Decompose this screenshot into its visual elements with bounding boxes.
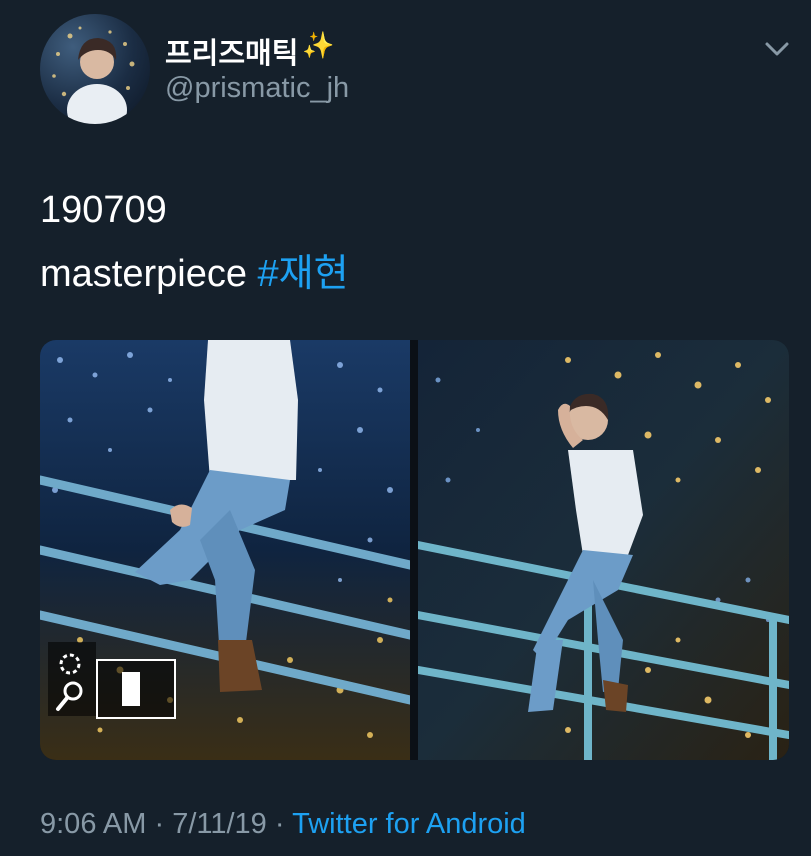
photo-1[interactable] xyxy=(40,340,410,760)
avatar[interactable] xyxy=(40,14,150,124)
tweet-time[interactable]: 9:06 AM xyxy=(40,808,146,840)
tweet-text: 190709 masterpiece #재현 xyxy=(40,178,349,306)
sparkles-icon: ✨ xyxy=(302,30,335,60)
source-link[interactable]: Twitter for Android xyxy=(292,808,526,840)
meta-separator-2: · xyxy=(274,808,285,840)
caption-text: masterpiece xyxy=(40,253,247,295)
photo-2[interactable] xyxy=(418,340,789,760)
display-name[interactable]: 프리즈매틱 ✨ xyxy=(165,30,335,72)
hashtag-link[interactable]: #재현 xyxy=(258,253,349,295)
tweet-meta: 9:06 AM · 7/11/19 · Twitter for Android xyxy=(40,808,526,841)
meta-separator: · xyxy=(154,808,165,840)
chevron-down-icon[interactable] xyxy=(760,34,794,64)
user-handle[interactable]: @prismatic_jh xyxy=(165,72,349,105)
display-name-text: 프리즈매틱 xyxy=(165,38,299,70)
tweet-line-caption: masterpiece #재현 xyxy=(40,242,349,306)
tweet-line-date: 190709 xyxy=(40,189,167,231)
tweet-date[interactable]: 7/11/19 xyxy=(172,808,267,840)
media-grid xyxy=(40,340,789,760)
